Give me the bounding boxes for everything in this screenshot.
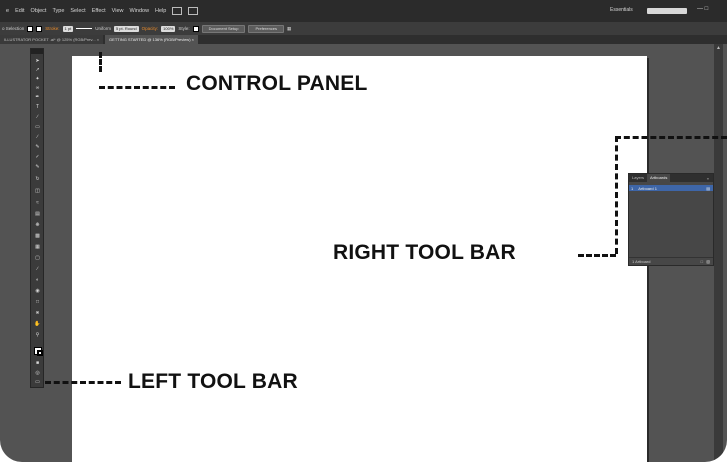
variable-width-line-icon <box>76 28 93 29</box>
stroke-color-swatch[interactable] <box>37 350 43 356</box>
lasso-icon[interactable]: ∞ <box>34 86 41 91</box>
stroke-weight-field[interactable]: 1 pt <box>62 25 74 32</box>
document-tab-bar: ILLUSTRATOR POCKET .ai* @ 125% (RGB/Prev… <box>0 35 727 44</box>
eyedropper-icon[interactable]: ∕ <box>34 267 41 272</box>
pencil-icon[interactable]: ✎ <box>34 145 41 150</box>
live-paint-icon[interactable]: ◉ <box>34 289 41 294</box>
opacity-label[interactable]: Opacity: <box>142 26 159 31</box>
tab-document-2[interactable]: GETTING STARTED @ 136% (RGB/Preview) × <box>105 35 198 44</box>
color-mode-icon[interactable]: ■ <box>34 361 41 366</box>
stroke-swatch[interactable] <box>36 25 43 32</box>
callout-line-right-vertical <box>615 136 618 254</box>
scroll-up-icon[interactable]: ▲ <box>714 44 723 52</box>
menu-item-select[interactable]: Select <box>70 8 85 14</box>
artboard-index: 1 <box>631 185 634 191</box>
mesh-icon[interactable]: ▦ <box>34 245 41 250</box>
menu-item-window[interactable]: Window <box>129 8 149 14</box>
preferences-button[interactable]: Preferences <box>248 24 285 33</box>
menu-item-type[interactable]: Type <box>52 8 64 14</box>
line-icon[interactable]: ∕ <box>34 115 41 120</box>
left-tool-bar: ➤ ↗ ✦ ∞ ✒ T ∕ ▭ ∕ ✎ ✓ ✎ ↻ ◫ ≈ ▤ ❋ ▩ ▦ ▢ … <box>30 48 44 388</box>
close-icon[interactable]: × <box>97 37 99 42</box>
graphic-style-swatch[interactable] <box>192 25 199 32</box>
pen-icon[interactable]: ✒ <box>34 95 41 100</box>
tab-document-1[interactable]: ILLUSTRATOR POCKET .ai* @ 125% (RGB/Prev… <box>0 35 104 44</box>
artboard-count: 1 Artboard <box>632 259 651 264</box>
toolbar-grip[interactable] <box>31 49 43 54</box>
rectangle-icon[interactable]: ▭ <box>34 125 41 130</box>
artboard-name: Artboard 1 <box>638 185 657 191</box>
paintbrush-icon[interactable]: ∕ <box>34 135 41 140</box>
tab-label: GETTING STARTED @ 136% (RGB/Preview) <box>109 37 191 42</box>
menu-bar: e Edit Object Type Select Effect View Wi… <box>0 0 727 22</box>
callout-line-right-top <box>615 136 727 139</box>
tab-artboards[interactable]: Artboards <box>647 174 671 182</box>
search-input[interactable] <box>647 8 687 14</box>
arrange-documents-icon[interactable] <box>188 7 199 15</box>
scale-icon[interactable]: ◫ <box>34 189 41 194</box>
eraser-icon[interactable]: ✎ <box>34 165 41 170</box>
callout-line-right-h <box>578 254 616 257</box>
tab-label: ILLUSTRATOR POCKET .ai* @ 125% (RGB/Prev… <box>4 37 96 42</box>
screen-mode-icon[interactable]: ▭ <box>34 380 41 385</box>
blend-icon[interactable]: ◐ <box>34 278 41 283</box>
panel-menu-icon[interactable]: » <box>707 176 709 181</box>
slice-icon[interactable]: ⋇ <box>34 311 41 316</box>
vertical-scrollbar[interactable]: ▲ <box>714 44 723 462</box>
menu-item-view[interactable]: View <box>112 8 124 14</box>
list-item[interactable]: 1 Artboard 1 ▤ <box>629 185 713 191</box>
tab-layers[interactable]: Layers <box>629 174 647 182</box>
menu-item-edit[interactable]: Edit <box>15 8 24 14</box>
panel-footer: 1 Artboard □ ▧ <box>629 257 713 265</box>
variable-width-profile[interactable]: Uniform <box>95 26 111 31</box>
artboard-options-icon[interactable]: ▤ <box>706 186 710 191</box>
menu-item-effect[interactable]: Effect <box>92 8 106 14</box>
rotate-icon[interactable]: ↻ <box>34 177 41 182</box>
fill-swatch[interactable] <box>27 25 34 32</box>
type-icon[interactable]: T <box>34 105 41 110</box>
selection-label: o Selection <box>2 26 25 31</box>
zoom-icon[interactable]: ⚲ <box>34 333 41 338</box>
warp-icon[interactable]: ≈ <box>34 201 41 206</box>
opacity-field[interactable]: 100% <box>161 25 176 32</box>
gradient-icon[interactable]: ▢ <box>34 256 41 261</box>
blob-brush-icon[interactable]: ✓ <box>34 155 41 160</box>
artboard-icon[interactable]: □ <box>34 300 41 305</box>
document-setup-button[interactable]: Document Setup <box>201 24 246 33</box>
new-artboard-icon[interactable]: □ <box>701 258 703 266</box>
callout-control-panel: CONTROL PANEL <box>186 72 368 95</box>
window-controls-icon[interactable]: — □ <box>697 6 708 12</box>
draw-mode-icon[interactable]: ◎ <box>34 371 41 376</box>
magic-wand-icon[interactable]: ✦ <box>34 77 41 82</box>
menu-item-help[interactable]: Help <box>155 8 166 14</box>
stroke-label[interactable]: Stroke: <box>45 26 59 31</box>
direct-selection-icon[interactable]: ↗ <box>34 68 41 73</box>
free-transform-icon[interactable]: ▤ <box>34 212 41 217</box>
callout-line-left-tool-bar <box>45 381 121 384</box>
menu-item-object[interactable]: Object <box>31 8 47 14</box>
selection-icon[interactable]: ➤ <box>34 59 41 64</box>
callout-left-tool-bar: LEFT TOOL BAR <box>128 370 298 393</box>
workspace-switcher[interactable]: Essentials <box>610 7 633 13</box>
hand-icon[interactable]: ✋ <box>34 322 41 327</box>
right-tool-bar: Layers Artboards » 1 Artboard 1 ▤ 1 Artb… <box>628 173 714 266</box>
illustrator-window: e Edit Object Type Select Effect View Wi… <box>0 0 727 462</box>
close-icon[interactable]: × <box>192 37 194 42</box>
callout-line-control-panel <box>99 52 102 72</box>
menu-item-file[interactable]: e <box>6 8 9 14</box>
bridge-icon[interactable] <box>172 7 183 15</box>
symbol-sprayer-icon[interactable]: ❋ <box>34 223 41 228</box>
graph-icon[interactable]: ▩ <box>34 234 41 239</box>
arrange-icon[interactable]: ▦ <box>287 26 291 32</box>
brush-definition[interactable]: 5 pt. Round <box>113 25 139 32</box>
callout-right-tool-bar: RIGHT TOOL BAR <box>333 241 516 264</box>
style-label: Style: <box>178 26 190 31</box>
delete-artboard-icon[interactable]: ▧ <box>706 258 710 266</box>
callout-line-control-panel-h <box>99 86 175 89</box>
control-panel: o Selection Stroke: 1 pt Uniform 5 pt. R… <box>0 22 727 35</box>
panel-header: Layers Artboards » <box>629 174 713 182</box>
